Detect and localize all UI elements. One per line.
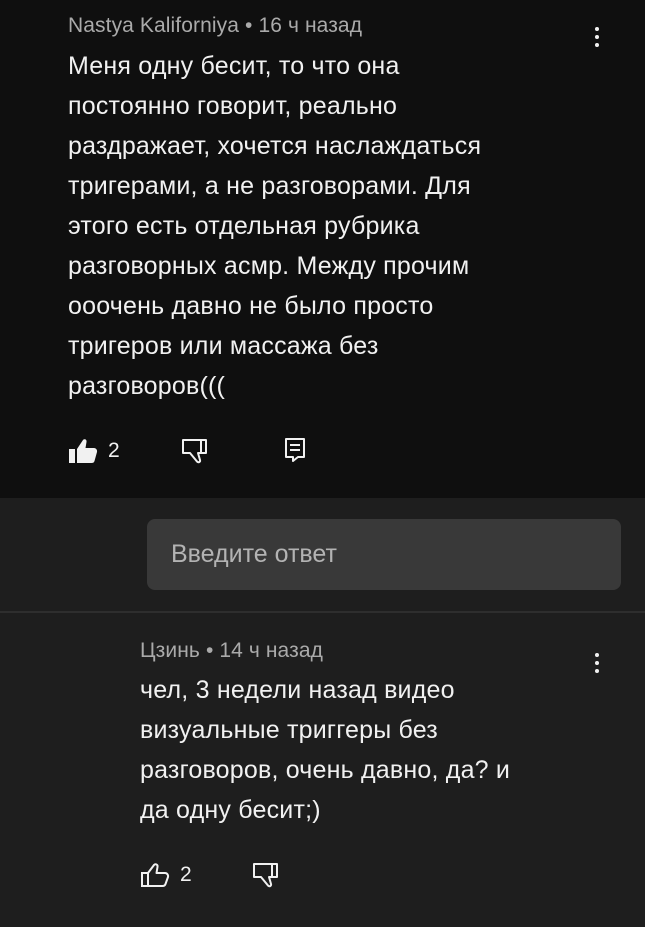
comment-line: постоянно говорит, реально (68, 92, 398, 120)
comment-line: тригерами, а не разговорами. Для (68, 172, 471, 200)
thumbs-up-filled-icon (69, 439, 98, 463)
like-button[interactable]: 2 (140, 862, 192, 888)
reply-line: разговоров, очень давно, да? и (140, 756, 511, 784)
comment-line: этого есть отдельная рубрика (68, 212, 420, 240)
header-separator: • (205, 639, 214, 662)
reply-line: визуальные триггеры без (140, 716, 438, 744)
like-button[interactable]: 2 (68, 438, 120, 464)
comment-line: ооочень давно не было просто (68, 292, 434, 320)
reply-item: Цзинь • 14 ч назад чел, 3 недели назад вид… (0, 613, 645, 927)
comment-header: Nastya Kalifornіya • 16 ч назад (68, 14, 362, 38)
comment-time: 16 ч назад (258, 14, 363, 37)
comment-line: разговорных асмр. Между прочим (68, 252, 470, 280)
comment-item: Nastya Kalifornіya • 16 ч назад Меня одну … (0, 0, 645, 498)
comment-line: Меня одну бесит, то что она (68, 52, 400, 80)
reply-time: 14 ч назад (219, 639, 323, 662)
thumbs-down-outline-icon (182, 439, 207, 464)
reply-button[interactable] (284, 437, 306, 463)
comment-line: тригеров или массажа без (68, 332, 379, 360)
dislike-button[interactable] (252, 862, 282, 888)
reply-author[interactable]: Цзинь (140, 639, 200, 662)
reply-line: да одну бесит;) (140, 796, 321, 824)
comment-line: разговоров((( (68, 372, 226, 400)
dislike-button[interactable] (181, 438, 211, 464)
thumbs-up-outline-icon (141, 863, 170, 887)
reply-line: чел, 3 недели назад видео (140, 676, 455, 704)
reply-text: чел, 3 недели назад видео визуальные три… (140, 670, 600, 830)
reply-composer: Введите ответ (0, 498, 645, 611)
header-separator: • (245, 14, 253, 37)
comment-author[interactable]: Nastya Kalifornіya (68, 14, 239, 37)
comment-reply-icon (285, 438, 305, 462)
comment-line: раздражает, хочется наслаждаться (68, 132, 482, 160)
reply-input[interactable]: Введите ответ (147, 519, 621, 590)
like-count: 2 (180, 863, 192, 886)
comment-text: Меня одну бесит, то что она постоянно го… (68, 46, 608, 406)
reply-header: Цзинь • 14 ч назад (140, 639, 323, 663)
thumbs-down-outline-icon (253, 863, 278, 888)
like-count: 2 (108, 439, 120, 462)
